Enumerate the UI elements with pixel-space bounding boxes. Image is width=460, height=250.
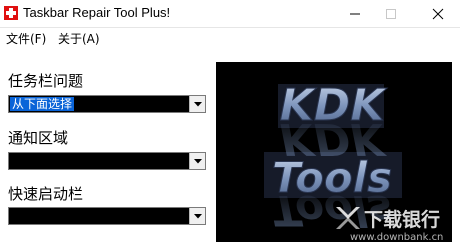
watermark-url: www.downbank.cn [350,232,444,243]
chevron-down-icon [193,101,202,106]
menu-bar: 文件(F) 关于(A) [0,28,460,48]
close-button[interactable] [418,0,458,28]
menu-about[interactable]: 关于(A) [58,30,100,47]
notification-area-label: 通知区域 [8,129,69,147]
notification-area-select[interactable] [8,152,206,170]
quick-launch-select[interactable] [8,207,206,225]
minimize-icon [350,13,360,15]
title-bar[interactable]: Taskbar Repair Tool Plus! [0,0,460,28]
minimize-button[interactable] [335,0,375,28]
notification-area-dropdown-button[interactable] [189,153,205,169]
taskbar-problem-label: 任务栏问题 [8,72,84,90]
chevron-down-icon [193,158,202,163]
close-icon [432,8,444,20]
red-cross-icon [3,5,19,21]
maximize-icon [386,9,396,19]
quick-launch-dropdown-button[interactable] [189,208,205,224]
chevron-down-icon [193,213,202,218]
taskbar-problem-select[interactable]: 从下面选择 [8,95,206,113]
taskbar-problem-dropdown-button[interactable] [189,96,205,112]
watermark-text: 下载银行 [364,209,441,231]
menu-file[interactable]: 文件(F) [6,30,46,47]
watermark-logo-icon [336,207,360,229]
quick-launch-label: 快速启动栏 [8,185,84,203]
app-window: Taskbar Repair Tool Plus! 文件(F) 关于(A) 任务… [0,0,460,250]
watermark: 下载银行 www.downbank.cn [330,205,455,247]
taskbar-problem-value: 从下面选择 [10,97,75,111]
window-title: Taskbar Repair Tool Plus! [23,5,171,20]
maximize-button[interactable] [371,0,411,28]
